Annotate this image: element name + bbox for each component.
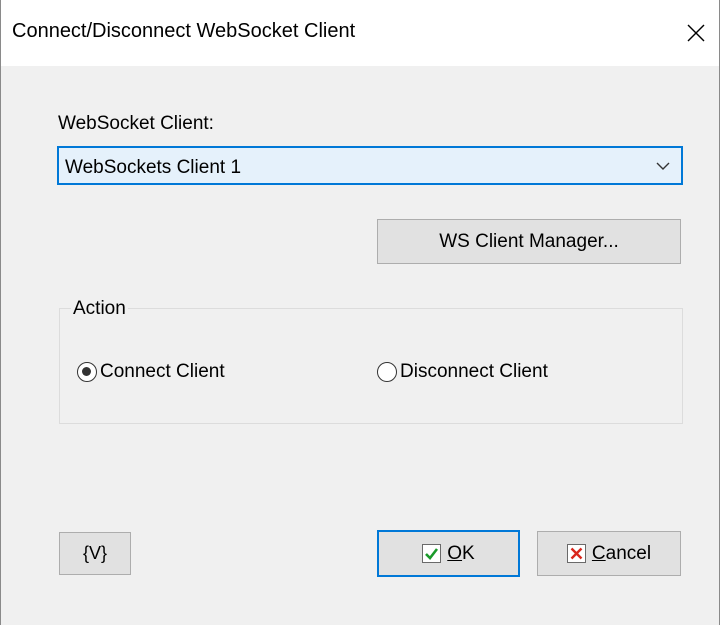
ok-button[interactable]: OK bbox=[377, 530, 520, 577]
x-icon bbox=[566, 544, 586, 563]
dialog-window: Connect/Disconnect WebSocket Client WebS… bbox=[0, 0, 720, 625]
window-title: Connect/Disconnect WebSocket Client bbox=[12, 20, 356, 42]
websocket-client-select[interactable]: WebSockets Client 1 bbox=[57, 146, 683, 185]
websocket-client-value: WebSockets Client 1 bbox=[65, 157, 242, 178]
websocket-client-label: WebSocket Client: bbox=[58, 113, 214, 134]
variables-button[interactable]: {V} bbox=[59, 532, 131, 575]
checkmark-icon bbox=[422, 544, 442, 563]
close-button[interactable] bbox=[673, 0, 719, 66]
variables-label: {V} bbox=[82, 543, 108, 563]
action-group-label: Action bbox=[71, 298, 128, 320]
radio-checked-icon bbox=[77, 362, 97, 382]
title-bar: Connect/Disconnect WebSocket Client bbox=[1, 0, 719, 66]
ws-client-manager-button[interactable]: WS Client Manager... bbox=[377, 219, 681, 264]
disconnect-client-label: Disconnect Client bbox=[400, 361, 548, 382]
radio-unchecked-icon bbox=[377, 362, 397, 382]
close-icon bbox=[687, 24, 705, 42]
connect-client-radio[interactable]: Connect Client bbox=[77, 361, 225, 383]
cancel-button[interactable]: Cancel bbox=[537, 531, 681, 576]
ok-label: OK bbox=[447, 542, 475, 564]
disconnect-client-radio[interactable]: Disconnect Client bbox=[377, 361, 548, 383]
connect-client-label: Connect Client bbox=[100, 361, 225, 382]
ws-client-manager-label: WS Client Manager... bbox=[439, 230, 619, 252]
chevron-down-icon bbox=[656, 162, 670, 170]
cancel-label: Cancel bbox=[591, 542, 652, 564]
